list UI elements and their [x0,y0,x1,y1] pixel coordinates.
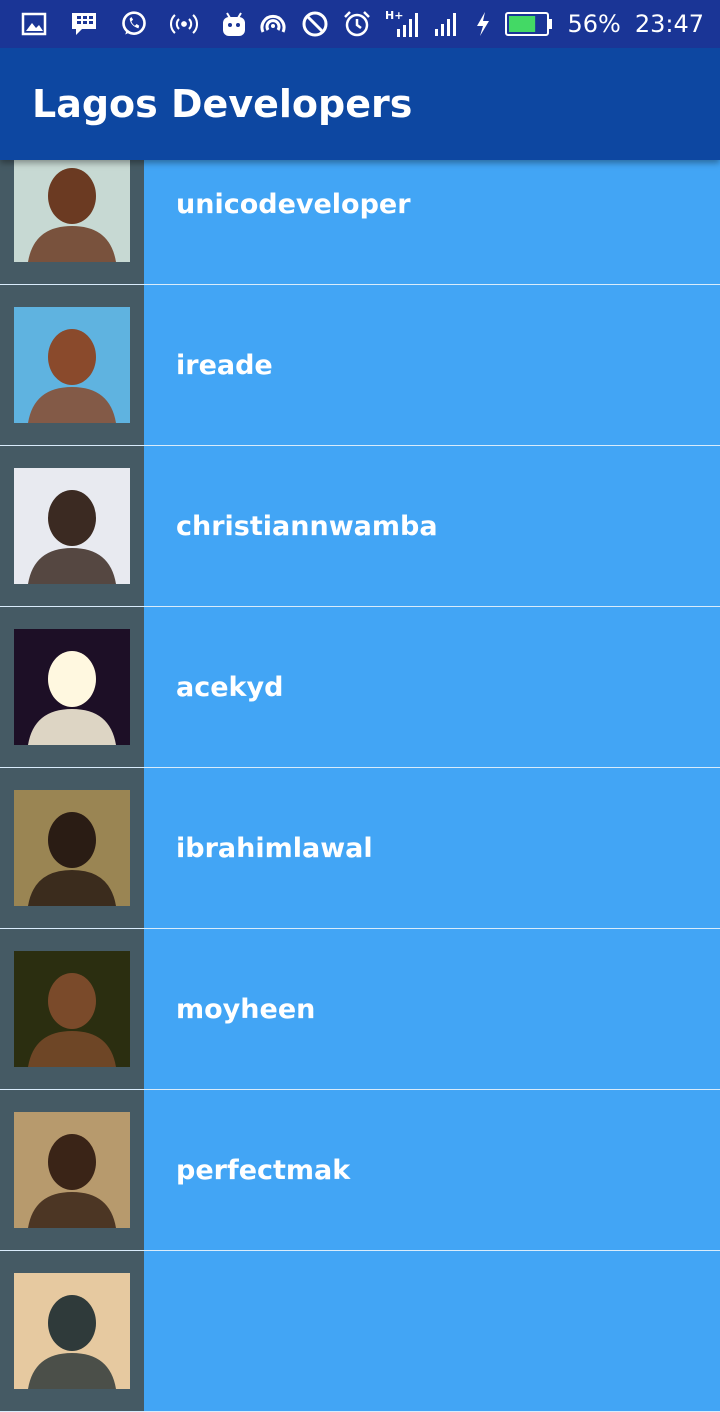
developer-login: perfectmak [176,1154,351,1186]
battery-percent: 56% [567,10,621,38]
app-bar: Lagos Developers [0,48,720,160]
row-content: moyheen [144,929,720,1089]
nfc-icon [259,10,287,38]
row-content: perfectmak [144,1090,720,1250]
developer-list[interactable]: unicodeveloper ireade christiannwamba aceky… [0,124,720,1412]
avatar-container [0,607,144,767]
alarm-icon [343,10,371,38]
whatsapp-icon [120,10,148,38]
bbm-icon [70,10,98,38]
avatar [14,307,130,423]
list-item[interactable] [0,1251,720,1412]
status-bar: H+ 56% 23:47 [0,0,720,48]
svg-text:H+: H+ [385,9,403,22]
list-item[interactable]: moyheen [0,929,720,1090]
signal-hplus-icon: H+ [385,9,419,38]
avatar-container [0,929,144,1089]
charging-icon [475,10,491,38]
battery-icon [505,10,553,38]
developer-login: ireade [176,349,273,381]
block-icon [301,10,329,38]
list-item[interactable]: christiannwamba [0,446,720,607]
avatar [14,629,130,745]
developer-login: ibrahimlawal [176,832,373,864]
avatar-container [0,1090,144,1250]
gallery-icon [20,10,48,38]
clock: 23:47 [634,10,704,38]
developer-login: moyheen [176,993,316,1025]
avatar [14,468,130,584]
list-item[interactable]: acekyd [0,607,720,768]
android-icon [220,10,248,38]
avatar-container [0,446,144,606]
row-content: ibrahimlawal [144,768,720,928]
avatar [14,790,130,906]
avatar [14,951,130,1067]
developer-login: unicodeveloper [176,188,411,220]
list-item[interactable]: ireade [0,285,720,446]
avatar [14,146,130,262]
avatar-container [0,1251,144,1411]
developer-login: acekyd [176,671,284,703]
developer-login: christiannwamba [176,510,438,542]
row-content: christiannwamba [144,446,720,606]
avatar [14,1112,130,1228]
list-item[interactable]: perfectmak [0,1090,720,1251]
avatar [14,1273,130,1389]
page-title: Lagos Developers [32,82,413,126]
signal-icon [433,10,461,38]
hotspot-icon [170,10,198,38]
row-content: acekyd [144,607,720,767]
list-item[interactable]: ibrahimlawal [0,768,720,929]
row-content [144,1251,720,1411]
avatar-container [0,285,144,445]
avatar-container [0,768,144,928]
row-content: ireade [144,285,720,445]
